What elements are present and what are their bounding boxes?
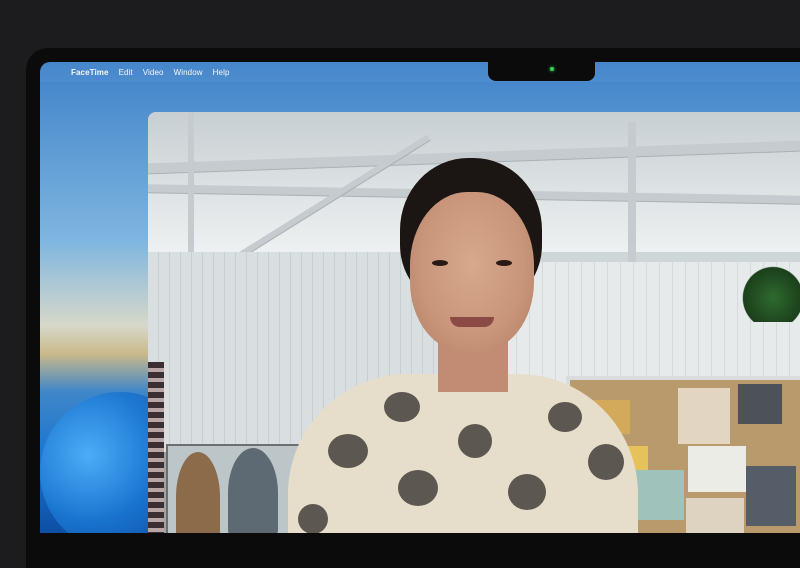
menu-edit[interactable]: Edit [119,68,133,77]
person-shirt [288,374,638,533]
menu-app-name[interactable]: FaceTime [71,68,109,77]
camera-indicator-light [550,67,554,71]
mouth [450,317,494,327]
plant [738,262,800,322]
menu-window[interactable]: Window [174,68,203,77]
menu-help[interactable]: Help [213,68,230,77]
camera-notch [488,62,595,81]
menu-bar: FaceTime Edit Video Window Help [40,62,800,82]
background-person [176,452,220,533]
facetime-video-window[interactable] [148,112,800,533]
person-face [410,192,534,352]
swatch-card [738,384,782,424]
menu-video[interactable]: Video [143,68,164,77]
desktop-screen: FaceTime Edit Video Window Help [40,62,800,533]
swatch-card [746,466,796,526]
swatch-card [678,388,730,444]
left-eye [432,260,448,266]
swatch-card [634,470,684,520]
swatch-card [688,446,746,492]
swatch-card [686,498,744,533]
foreground-scarf [148,362,164,533]
background-person [228,448,278,533]
right-eye [496,260,512,266]
